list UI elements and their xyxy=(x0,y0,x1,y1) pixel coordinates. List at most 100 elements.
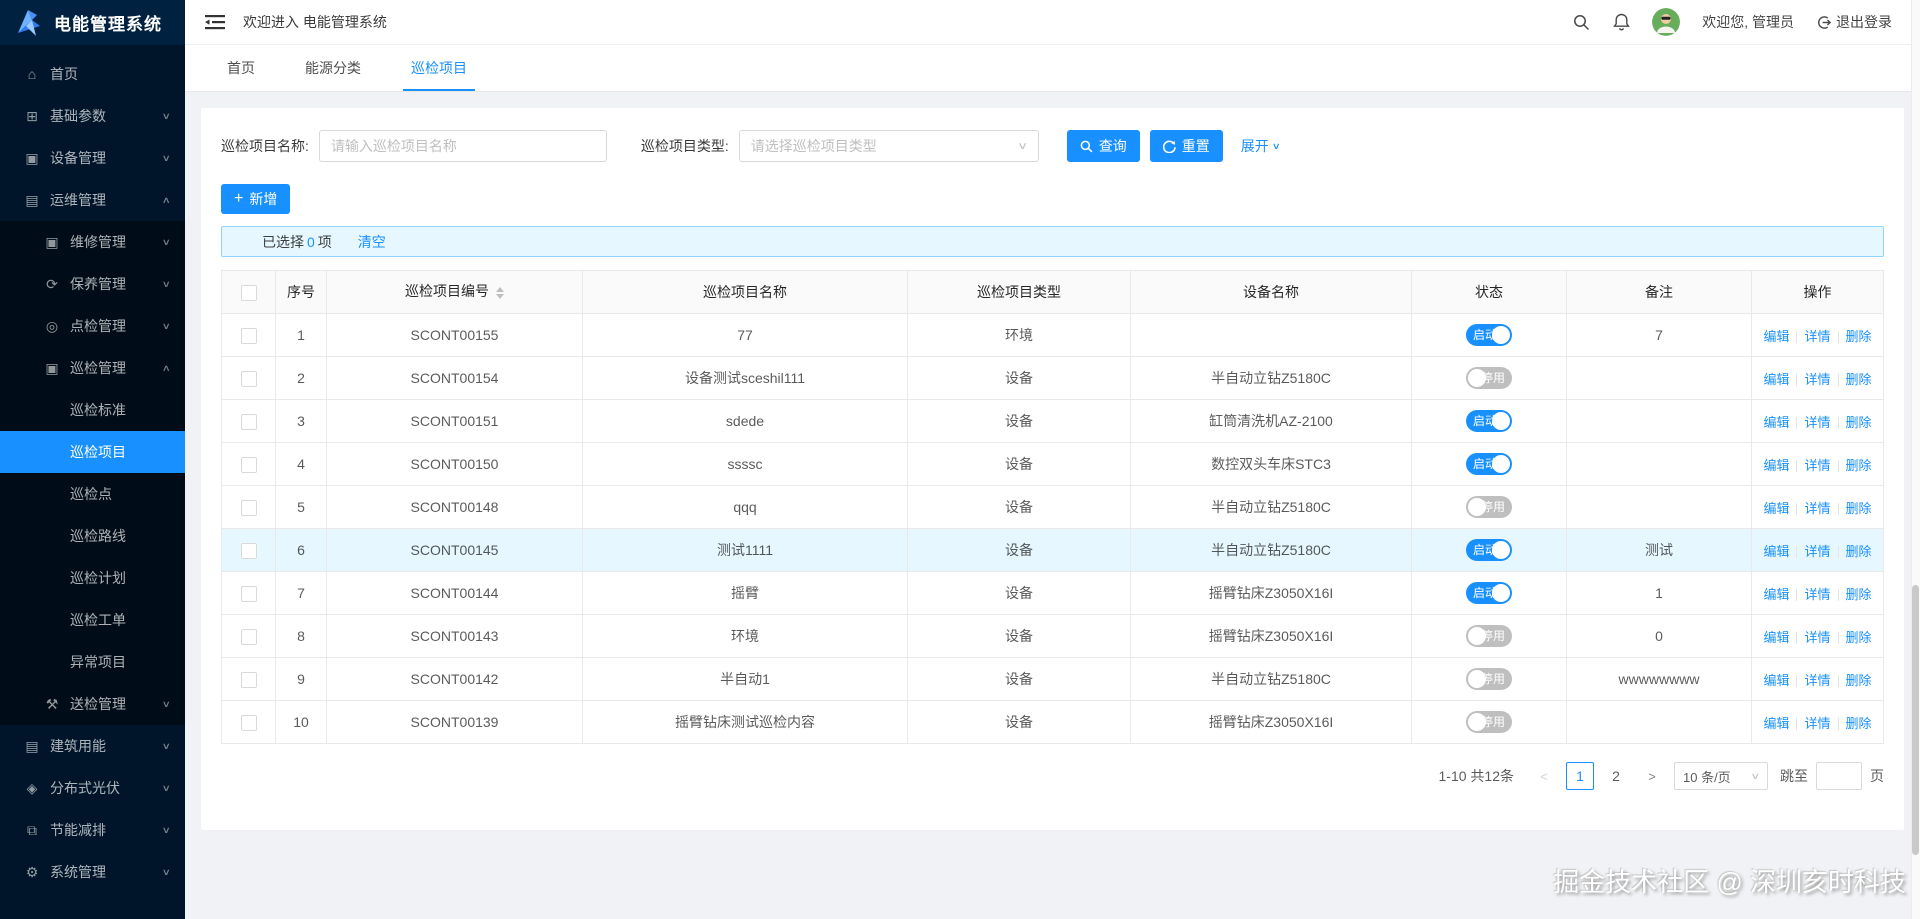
sidebar-item-repair-mgmt[interactable]: ▣维修管理∨ xyxy=(0,221,185,263)
row-checkbox[interactable] xyxy=(241,371,257,387)
status-toggle[interactable]: 启动 xyxy=(1466,453,1512,475)
sidebar-item-patrol-item[interactable]: 巡检项目 xyxy=(0,431,185,473)
action-divider xyxy=(1838,503,1839,515)
notification-bell-icon[interactable] xyxy=(1612,13,1630,31)
sidebar-item-upkeep-mgmt[interactable]: ⟳保养管理∨ xyxy=(0,263,185,305)
project-name-input[interactable] xyxy=(319,130,607,162)
action-edit-link[interactable]: 编辑 xyxy=(1763,630,1789,645)
sort-icon[interactable] xyxy=(496,283,504,303)
sidebar-item-device-mgmt[interactable]: ▣设备管理∨ xyxy=(0,137,185,179)
action-edit-link[interactable]: 编辑 xyxy=(1763,458,1789,473)
row-checkbox[interactable] xyxy=(241,672,257,688)
search-icon[interactable] xyxy=(1572,13,1590,31)
sidebar-item-ops-mgmt[interactable]: ▤运维管理∧ xyxy=(0,179,185,221)
page-size-select[interactable]: 10 条/页 ∨ xyxy=(1674,762,1768,790)
select-all-checkbox[interactable] xyxy=(241,285,257,301)
sidebar-item-patrol-order[interactable]: 巡检工单 xyxy=(0,599,185,641)
action-detail-link[interactable]: 详情 xyxy=(1804,372,1830,387)
sidebar-item-patrol-standard[interactable]: 巡检标准 xyxy=(0,389,185,431)
action-edit-link[interactable]: 编辑 xyxy=(1763,372,1789,387)
menu-collapse-icon[interactable] xyxy=(205,14,225,30)
clear-selection-link[interactable]: 清空 xyxy=(358,232,386,252)
sidebar-item-inspection-mgmt[interactable]: ⚒送检管理∨ xyxy=(0,683,185,725)
status-toggle[interactable]: 停用 xyxy=(1466,625,1512,647)
row-checkbox[interactable] xyxy=(241,629,257,645)
row-checkbox[interactable] xyxy=(241,328,257,344)
search-button[interactable]: 查询 xyxy=(1067,130,1140,162)
action-delete-link[interactable]: 删除 xyxy=(1846,458,1872,473)
sidebar-item-abnormal-item[interactable]: 异常项目 xyxy=(0,641,185,683)
page-button-2[interactable]: 2 xyxy=(1602,762,1630,790)
sidebar-item-spotcheck-mgmt[interactable]: ◎点检管理∨ xyxy=(0,305,185,347)
project-type-placeholder: 请选择巡检项目类型 xyxy=(751,136,877,156)
action-delete-link[interactable]: 删除 xyxy=(1846,587,1872,602)
row-checkbox[interactable] xyxy=(241,457,257,473)
status-toggle[interactable]: 停用 xyxy=(1466,367,1512,389)
logout-button[interactable]: 退出登录 xyxy=(1816,12,1892,32)
reset-button[interactable]: 重置 xyxy=(1150,130,1223,162)
tab-能源分类[interactable]: 能源分类 xyxy=(303,46,363,91)
sidebar-item-system-mgmt[interactable]: ⚙系统管理∨ xyxy=(0,851,185,893)
window-scrollbar[interactable] xyxy=(1911,0,1920,919)
tab-巡检项目[interactable]: 巡检项目 xyxy=(409,46,469,91)
row-checkbox[interactable] xyxy=(241,586,257,602)
page-button-1[interactable]: 1 xyxy=(1566,762,1594,790)
device-icon: ▣ xyxy=(24,137,40,179)
status-toggle[interactable]: 启动 xyxy=(1466,324,1512,346)
status-toggle[interactable]: 启动 xyxy=(1466,539,1512,561)
action-delete-link[interactable]: 删除 xyxy=(1846,544,1872,559)
row-checkbox[interactable] xyxy=(241,414,257,430)
project-type-select[interactable]: 请选择巡检项目类型 ∨ xyxy=(739,130,1039,162)
add-button[interactable]: + 新增 xyxy=(221,184,290,214)
action-delete-link[interactable]: 删除 xyxy=(1846,630,1872,645)
sidebar-item-base-params[interactable]: ⊞基础参数∨ xyxy=(0,95,185,137)
action-detail-link[interactable]: 详情 xyxy=(1804,673,1830,688)
status-toggle[interactable]: 停用 xyxy=(1466,711,1512,733)
user-avatar[interactable] xyxy=(1652,8,1680,36)
status-toggle[interactable]: 停用 xyxy=(1466,668,1512,690)
status-toggle[interactable]: 启动 xyxy=(1466,410,1512,432)
expand-link[interactable]: 展开∨ xyxy=(1241,136,1280,156)
project-name: 测试1111 xyxy=(583,529,908,572)
action-detail-link[interactable]: 详情 xyxy=(1804,716,1830,731)
sidebar-item-patrol-plan[interactable]: 巡检计划 xyxy=(0,557,185,599)
sidebar-item-patrol-point[interactable]: 巡检点 xyxy=(0,473,185,515)
row-checkbox[interactable] xyxy=(241,543,257,559)
next-page-button[interactable]: > xyxy=(1638,762,1666,790)
row-checkbox[interactable] xyxy=(241,500,257,516)
action-delete-link[interactable]: 删除 xyxy=(1846,329,1872,344)
sidebar-item-energy-saving[interactable]: ⧉节能减排∨ xyxy=(0,809,185,851)
action-delete-link[interactable]: 删除 xyxy=(1846,372,1872,387)
action-detail-link[interactable]: 详情 xyxy=(1804,329,1830,344)
status-toggle[interactable]: 停用 xyxy=(1466,496,1512,518)
action-detail-link[interactable]: 详情 xyxy=(1804,415,1830,430)
sidebar-item-label: 巡检标准 xyxy=(70,389,126,431)
scrollbar-thumb[interactable] xyxy=(1912,585,1919,855)
action-delete-link[interactable]: 删除 xyxy=(1846,673,1872,688)
action-detail-link[interactable]: 详情 xyxy=(1804,630,1830,645)
action-delete-link[interactable]: 删除 xyxy=(1846,716,1872,731)
prev-page-button[interactable]: < xyxy=(1530,762,1558,790)
action-detail-link[interactable]: 详情 xyxy=(1804,544,1830,559)
sidebar-item-building-energy[interactable]: ▤建筑用能∨ xyxy=(0,725,185,767)
action-edit-link[interactable]: 编辑 xyxy=(1763,329,1789,344)
sidebar-item-patrol-route[interactable]: 巡检路线 xyxy=(0,515,185,557)
page-jump-input[interactable] xyxy=(1816,762,1862,790)
sidebar-item-distributed-pv[interactable]: ◈分布式光伏∨ xyxy=(0,767,185,809)
action-edit-link[interactable]: 编辑 xyxy=(1763,673,1789,688)
action-delete-link[interactable]: 删除 xyxy=(1846,501,1872,516)
sidebar-item-home[interactable]: ⌂首页 xyxy=(0,53,185,95)
action-detail-link[interactable]: 详情 xyxy=(1804,458,1830,473)
row-checkbox[interactable] xyxy=(241,715,257,731)
action-edit-link[interactable]: 编辑 xyxy=(1763,501,1789,516)
action-detail-link[interactable]: 详情 xyxy=(1804,501,1830,516)
action-detail-link[interactable]: 详情 xyxy=(1804,587,1830,602)
action-edit-link[interactable]: 编辑 xyxy=(1763,415,1789,430)
action-edit-link[interactable]: 编辑 xyxy=(1763,544,1789,559)
action-edit-link[interactable]: 编辑 xyxy=(1763,716,1789,731)
sidebar-item-patrol-mgmt[interactable]: ▣巡检管理∧ xyxy=(0,347,185,389)
action-delete-link[interactable]: 删除 xyxy=(1846,415,1872,430)
tab-首页[interactable]: 首页 xyxy=(225,46,257,91)
action-edit-link[interactable]: 编辑 xyxy=(1763,587,1789,602)
status-toggle[interactable]: 启动 xyxy=(1466,582,1512,604)
